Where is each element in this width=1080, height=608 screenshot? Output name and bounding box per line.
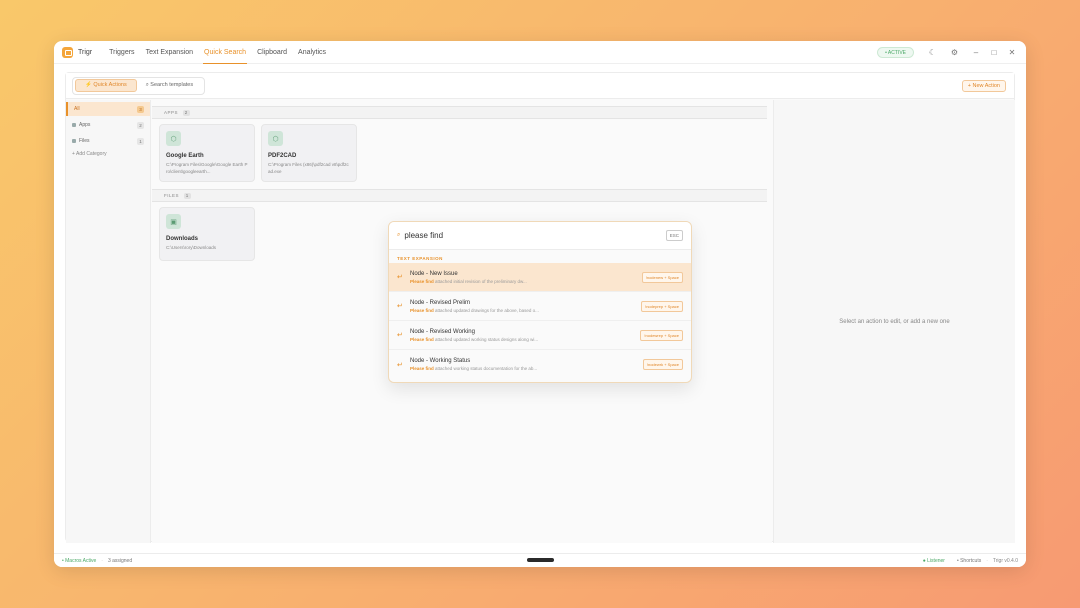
app-version: Trigr v0.4.0 [992, 557, 1018, 564]
status-bar: • Macros Active · 3 assigned ● Listener … [54, 553, 1026, 567]
section-count: 1 [183, 193, 191, 199]
card-title: PDF2CAD [268, 153, 297, 159]
section-header-files: FILES 1 [152, 189, 767, 202]
app-name: Trigr [78, 48, 93, 56]
card-title: Downloads [166, 236, 199, 242]
result-description: Please find attached initial revision of… [410, 279, 527, 284]
sidebar-item-all[interactable]: All 3 [66, 102, 150, 116]
search-result[interactable]: ↵ Node - Working Status Please find atta… [389, 350, 691, 379]
sidebar-item-files[interactable]: Files 1 [66, 134, 150, 148]
action-card-pdf2cad[interactable]: ⬡ PDF2CAD C:\Program Files (x86)\pdf2cad… [261, 124, 357, 182]
maximize-icon[interactable]: □ [990, 48, 998, 57]
return-icon: ↵ [397, 274, 403, 281]
status-separator: · [101, 557, 103, 564]
sidebar-item-label: All [74, 106, 80, 112]
sidebar-item-label: Apps [79, 122, 91, 128]
search-input[interactable]: please find [404, 231, 443, 240]
card-title: Google Earth [166, 153, 204, 159]
result-highlight: Please find [410, 336, 434, 342]
app-icon: ⬡ [268, 131, 283, 146]
quick-search-popup: ⌕ please find ESC TEXT EXPANSION ↵ Node … [388, 221, 692, 383]
app-logo-icon [62, 46, 73, 58]
esc-button[interactable]: ESC [665, 230, 683, 241]
result-description: Please find attached updated drawings fo… [410, 308, 539, 313]
tab-analytics[interactable]: Analytics [297, 41, 327, 64]
sidebar-item-apps[interactable]: Apps 2 [66, 118, 150, 132]
return-icon: ↵ [397, 361, 403, 369]
folder-icon: ▣ [166, 214, 181, 229]
card-path: C:\Program Files\Google\Google Earth Pro… [166, 162, 248, 174]
status-separator: · [986, 557, 988, 564]
mode-toggle: ⚡ Quick Actions ⌕ Search templates [72, 76, 206, 95]
minimize-icon[interactable]: – [972, 48, 980, 57]
result-highlight: Please find [410, 278, 434, 284]
sidebar-item-count: 1 [137, 137, 144, 145]
result-title: Node - Revised Prelim [410, 299, 471, 306]
search-templates-button[interactable]: ⌕ Search templates [137, 79, 202, 92]
result-snippet: attached updated drawings for the above,… [433, 307, 539, 313]
shortcuts-status: • Shortcuts [956, 557, 982, 564]
sidebar-item-count: 3 [137, 105, 144, 113]
trigger-badge: !nodenew + Space [641, 271, 683, 283]
section-label: FILES [164, 193, 180, 198]
add-category-button[interactable]: + Add Category [66, 151, 150, 157]
gear-icon[interactable]: ⚙ [950, 48, 959, 57]
search-result[interactable]: ↵ Node - New Issue Please find attached … [389, 263, 691, 292]
status-badge: • ACTIVE [877, 46, 914, 58]
quick-actions-button[interactable]: ⚡ Quick Actions [75, 79, 137, 92]
trigger-badge: !nodewrk + Space [642, 359, 683, 370]
category-sidebar: All 3 Apps 2 Files 1 + Add Category [66, 100, 151, 543]
moon-icon[interactable]: ☾ [928, 48, 937, 57]
action-card-google-earth[interactable]: ⬡ Google Earth C:\Program Files\Google\G… [159, 124, 255, 182]
search-result[interactable]: ↵ Node - Revised Working Please find att… [389, 321, 691, 350]
main-nav: Triggers Text Expansion Quick Search Cli… [108, 41, 336, 64]
action-card-downloads[interactable]: ▣ Downloads C:\Users\rory\Downloads [159, 207, 255, 261]
search-result[interactable]: ↵ Node - Revised Prelim Please find atta… [389, 292, 691, 321]
card-path: C:\Users\rory\Downloads [166, 245, 217, 250]
toolbar: ⚡ Quick Actions ⌕ Search templates + New… [66, 73, 1014, 99]
section-header-apps: APPS 2 [152, 106, 767, 119]
detail-panel: Select an action to edit, or add a new o… [773, 100, 1015, 543]
result-snippet: attached working status documentation fo… [433, 366, 538, 371]
result-title: Node - Revised Working [410, 328, 475, 335]
app-icon: ⬡ [166, 131, 181, 146]
return-icon: ↵ [397, 332, 403, 339]
sidebar-item-count: 2 [137, 121, 144, 129]
result-highlight: Please find [410, 307, 434, 313]
tab-text-expansion[interactable]: Text Expansion [145, 41, 194, 64]
apps-dot-icon [72, 123, 76, 127]
tab-clipboard[interactable]: Clipboard [256, 41, 288, 64]
search-bar: ⌕ please find ESC [389, 222, 691, 250]
assigned-count: 3 assigned [107, 557, 133, 564]
results-section-label: TEXT EXPANSION [397, 256, 443, 261]
search-icon: ⌕ [397, 232, 401, 238]
return-icon: ↵ [397, 303, 403, 310]
result-snippet: attached updated working status designs … [433, 336, 539, 342]
result-highlight: Please find [410, 366, 434, 371]
result-description: Please find attached working status docu… [410, 366, 537, 371]
tab-quick-search[interactable]: Quick Search [203, 41, 248, 64]
detail-placeholder: Select an action to edit, or add a new o… [839, 318, 950, 325]
title-bar: Trigr Triggers Text Expansion Quick Sear… [54, 41, 1026, 64]
trigger-badge: !nodeprep + Space [641, 300, 683, 312]
sidebar-item-label: Files [79, 138, 90, 144]
result-title: Node - New Issue [410, 270, 458, 277]
app-window: Trigr Triggers Text Expansion Quick Sear… [54, 41, 1026, 567]
section-count: 2 [182, 110, 190, 116]
trigger-badge: !nodewrep + Space [640, 329, 683, 341]
result-description: Please find attached updated working sta… [410, 337, 538, 342]
result-title: Node - Working Status [410, 358, 471, 364]
files-dot-icon [72, 139, 76, 143]
drag-handle[interactable] [527, 558, 554, 562]
macros-status: • Macros Active [62, 557, 97, 564]
listener-status: ● Listener [922, 557, 945, 564]
tab-triggers[interactable]: Triggers [108, 41, 135, 64]
result-snippet: attached initial revision of the prelimi… [433, 278, 527, 284]
close-icon[interactable]: ✕ [1008, 48, 1016, 57]
section-label: APPS [164, 110, 179, 115]
new-action-button[interactable]: + New Action [961, 79, 1006, 92]
card-path: C:\Program Files (x86)\pdf2cad v8\pdf2ca… [268, 162, 349, 174]
